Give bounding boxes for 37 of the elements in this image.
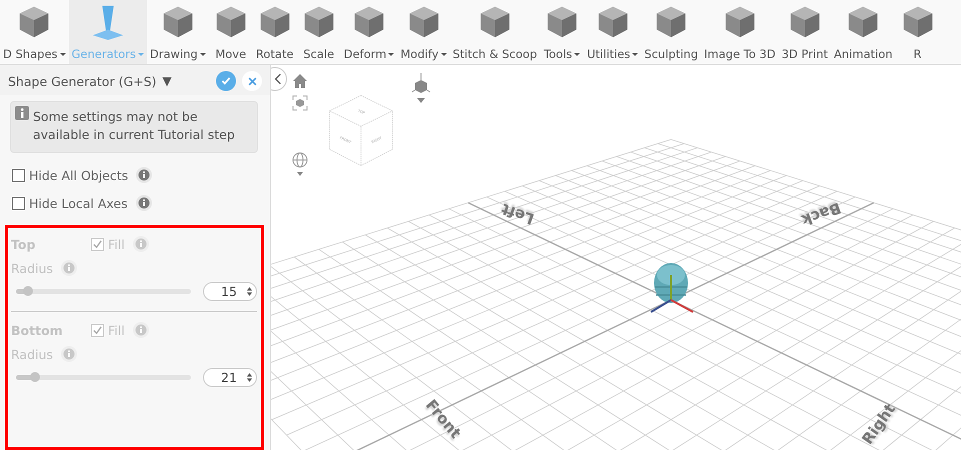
toolbar-button[interactable]: Sculpting (641, 0, 701, 64)
toolbar-button[interactable]: Drawing (146, 0, 209, 64)
toolbar-button[interactable]: Scale (296, 0, 341, 64)
notice-text: Some settings may not be available in current Tutorial step (33, 108, 236, 144)
toolbar-button[interactable]: Rotate (252, 0, 297, 64)
floor-direction-label: Left (498, 200, 536, 228)
toolbar-button[interactable]: D Shapes (0, 0, 69, 64)
orbit-icon[interactable] (292, 152, 308, 178)
close-button[interactable] (242, 71, 262, 91)
toolbar-button[interactable]: 3D Print (778, 0, 831, 64)
toolbar-button[interactable]: Move (208, 0, 253, 64)
toolbar-button[interactable]: Image To 3D (701, 0, 779, 64)
info-icon[interactable] (136, 195, 152, 211)
info-icon[interactable] (136, 167, 152, 183)
floor-direction-label: Back (799, 198, 844, 230)
toolbar-button[interactable]: Tools (540, 0, 584, 64)
close-icon (246, 76, 258, 86)
info-icon (15, 106, 29, 120)
confirm-button[interactable] (216, 71, 236, 91)
toolbar-button[interactable]: Stitch & Scoop (450, 0, 540, 64)
frame-cube-icon[interactable] (292, 95, 308, 111)
checkbox[interactable] (12, 196, 25, 210)
toolbar-button[interactable]: R (896, 0, 940, 64)
home-icon[interactable] (292, 73, 308, 89)
panel-title: Shape Generator (G+S) (8, 74, 156, 88)
option-label: Hide All Objects (29, 168, 128, 182)
shape-drawing[interactable] (650, 263, 694, 313)
toolbar-button[interactable]: Deform (340, 0, 398, 64)
checkbox[interactable] (12, 168, 25, 182)
toolbar-button[interactable]: Utilities (584, 0, 642, 64)
dropdown-caret[interactable]: ▼ (162, 74, 172, 88)
chevron-left-icon (274, 73, 282, 85)
check-icon (220, 75, 232, 87)
axes-cube-icon[interactable] (410, 72, 432, 104)
toolbar-button[interactable]: Animation (830, 0, 896, 64)
option-label: Hide Local Axes (29, 196, 128, 210)
toolbar-button[interactable]: Modify (397, 0, 450, 64)
